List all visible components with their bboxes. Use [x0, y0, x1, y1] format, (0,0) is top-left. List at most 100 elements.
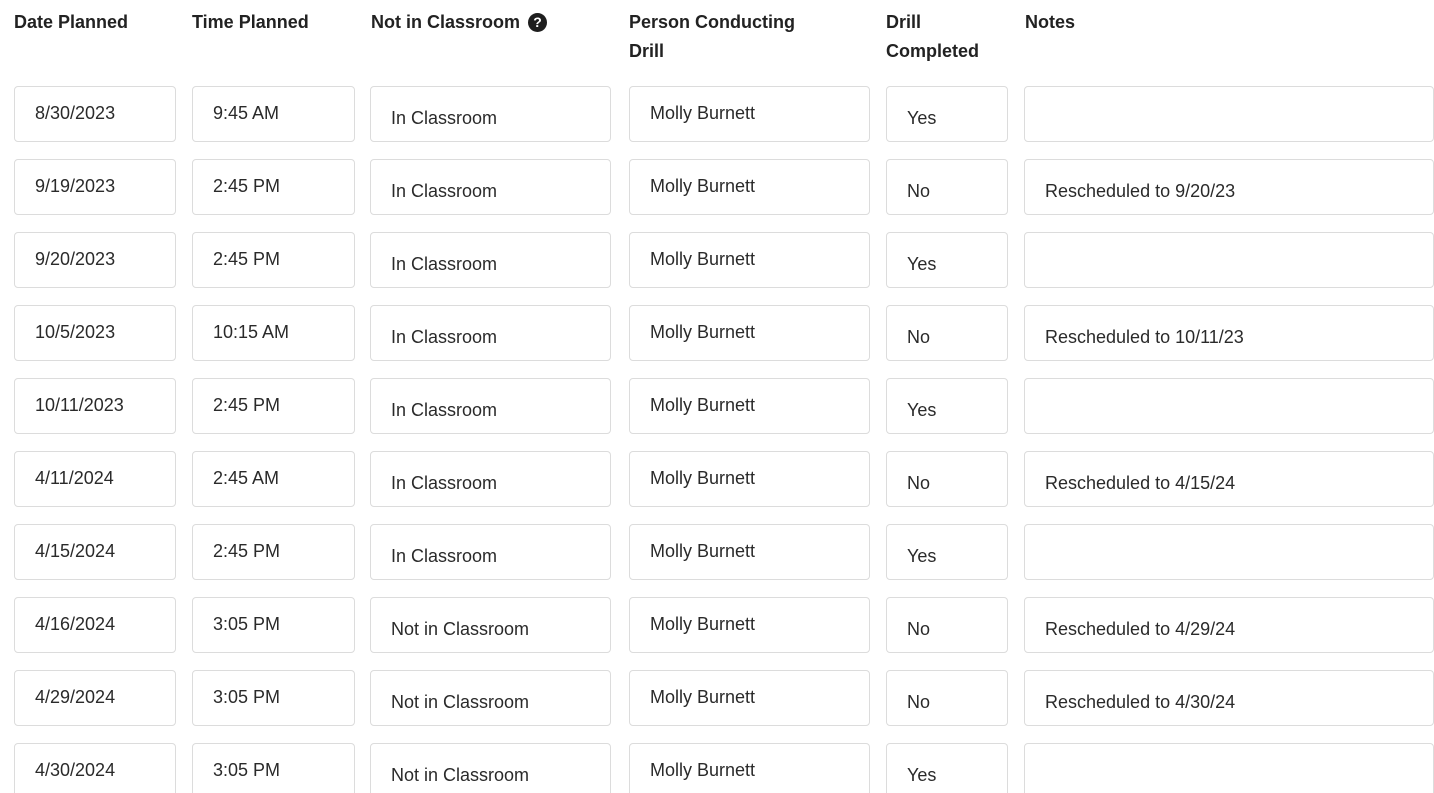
header-date-planned: Date Planned	[14, 12, 129, 32]
location-select[interactable]: Not in Classroom	[370, 743, 611, 793]
header-person-conducting: Person Conducting Drill	[629, 8, 795, 66]
header-not-in-classroom-label: Not in Classroom	[371, 12, 521, 32]
notes-field[interactable]	[1024, 378, 1434, 434]
person-conducting-field[interactable]: Molly Burnett	[629, 597, 870, 653]
date-planned-field[interactable]: 9/20/2023	[14, 232, 176, 288]
time-planned-field[interactable]: 2:45 PM	[192, 378, 355, 434]
header-person-line2: Drill	[629, 41, 665, 61]
notes-field[interactable]	[1024, 232, 1434, 288]
drill-completed-select[interactable]: Yes	[886, 743, 1008, 793]
location-select[interactable]: In Classroom	[370, 305, 611, 361]
person-conducting-field[interactable]: Molly Burnett	[629, 524, 870, 580]
person-conducting-field[interactable]: Molly Burnett	[629, 451, 870, 507]
person-conducting-value: Molly Burnett	[650, 614, 756, 634]
location-value: Not in Classroom	[391, 619, 530, 639]
drill-completed-value: No	[907, 473, 931, 493]
date-planned-field[interactable]: 9/19/2023	[14, 159, 176, 215]
location-select[interactable]: In Classroom	[370, 524, 611, 580]
notes-field[interactable]: Rescheduled to 9/20/23	[1024, 159, 1434, 215]
date-planned-field[interactable]: 4/11/2024	[14, 451, 176, 507]
drill-completed-select[interactable]: No	[886, 670, 1008, 726]
notes-field[interactable]: Rescheduled to 4/30/24	[1024, 670, 1434, 726]
drill-completed-value: No	[907, 327, 931, 347]
time-planned-value: 2:45 PM	[213, 541, 281, 561]
person-conducting-field[interactable]: Molly Burnett	[629, 670, 870, 726]
time-planned-field[interactable]: 2:45 PM	[192, 524, 355, 580]
person-conducting-field[interactable]: Molly Burnett	[629, 305, 870, 361]
drill-completed-select[interactable]: Yes	[886, 232, 1008, 288]
location-value: In Classroom	[391, 108, 498, 128]
location-select[interactable]: Not in Classroom	[370, 597, 611, 653]
notes-field[interactable]	[1024, 86, 1434, 142]
drill-completed-select[interactable]: Yes	[886, 524, 1008, 580]
notes-field[interactable]: Rescheduled to 4/29/24	[1024, 597, 1434, 653]
drill-completed-select[interactable]: Yes	[886, 378, 1008, 434]
time-planned-value: 9:45 AM	[213, 103, 280, 123]
notes-field[interactable]: Rescheduled to 10/11/23	[1024, 305, 1434, 361]
drill-completed-value: Yes	[907, 546, 937, 566]
person-conducting-field[interactable]: Molly Burnett	[629, 159, 870, 215]
person-conducting-value: Molly Burnett	[650, 468, 756, 488]
drill-completed-select[interactable]: No	[886, 159, 1008, 215]
person-conducting-field[interactable]: Molly Burnett	[629, 232, 870, 288]
time-planned-field[interactable]: 2:45 PM	[192, 159, 355, 215]
time-planned-value: 10:15 AM	[213, 322, 290, 342]
drill-completed-select[interactable]: No	[886, 597, 1008, 653]
notes-value: Rescheduled to 9/20/23	[1045, 181, 1236, 201]
header-not-in-classroom: Not in Classroom ?	[371, 8, 548, 37]
location-value: In Classroom	[391, 473, 498, 493]
person-conducting-field[interactable]: Molly Burnett	[629, 378, 870, 434]
time-planned-value: 2:45 PM	[213, 249, 281, 269]
time-planned-field[interactable]: 3:05 PM	[192, 743, 355, 793]
time-planned-field[interactable]: 10:15 AM	[192, 305, 355, 361]
time-planned-field[interactable]: 2:45 AM	[192, 451, 355, 507]
time-planned-field[interactable]: 9:45 AM	[192, 86, 355, 142]
person-conducting-value: Molly Burnett	[650, 176, 756, 196]
date-planned-field[interactable]: 8/30/2023	[14, 86, 176, 142]
person-conducting-field[interactable]: Molly Burnett	[629, 743, 870, 793]
date-planned-value: 8/30/2023	[35, 103, 116, 123]
person-conducting-value: Molly Burnett	[650, 103, 756, 123]
question-circle-icon[interactable]: ?	[528, 13, 548, 32]
drill-completed-select[interactable]: No	[886, 451, 1008, 507]
header-time-planned: Time Planned	[192, 12, 309, 32]
person-conducting-field[interactable]: Molly Burnett	[629, 86, 870, 142]
location-select[interactable]: In Classroom	[370, 378, 611, 434]
notes-field[interactable]	[1024, 743, 1434, 793]
drill-completed-value: Yes	[907, 108, 937, 128]
location-select[interactable]: Not in Classroom	[370, 670, 611, 726]
drill-completed-value: No	[907, 181, 931, 201]
time-planned-field[interactable]: 3:05 PM	[192, 670, 355, 726]
date-planned-field[interactable]: 4/29/2024	[14, 670, 176, 726]
location-value: In Classroom	[391, 546, 498, 566]
time-planned-field[interactable]: 3:05 PM	[192, 597, 355, 653]
time-planned-field[interactable]: 2:45 PM	[192, 232, 355, 288]
notes-value: Rescheduled to 4/30/24	[1045, 692, 1236, 712]
time-planned-value: 2:45 AM	[213, 468, 280, 488]
location-select[interactable]: In Classroom	[370, 159, 611, 215]
location-select[interactable]: In Classroom	[370, 86, 611, 142]
person-conducting-value: Molly Burnett	[650, 395, 756, 415]
time-planned-value: 3:05 PM	[213, 760, 281, 780]
drill-completed-select[interactable]: No	[886, 305, 1008, 361]
time-planned-value: 2:45 PM	[213, 395, 281, 415]
date-planned-field[interactable]: 10/5/2023	[14, 305, 176, 361]
drill-completed-value: No	[907, 692, 931, 712]
notes-field[interactable]	[1024, 524, 1434, 580]
location-select[interactable]: In Classroom	[370, 232, 611, 288]
drill-completed-value: Yes	[907, 765, 937, 785]
date-planned-field[interactable]: 10/11/2023	[14, 378, 176, 434]
table-row: 8/30/2023 9:45 AM In Classroom Molly Bur…	[0, 86, 1434, 142]
table-row: 4/29/2024 3:05 PM Not in Classroom Molly…	[0, 670, 1434, 726]
location-value: In Classroom	[391, 181, 498, 201]
drill-completed-select[interactable]: Yes	[886, 86, 1008, 142]
header-drill-completed: Drill Completed	[886, 8, 979, 66]
notes-field[interactable]: Rescheduled to 4/15/24	[1024, 451, 1434, 507]
date-planned-field[interactable]: 4/30/2024	[14, 743, 176, 793]
person-conducting-value: Molly Burnett	[650, 249, 756, 269]
time-planned-value: 3:05 PM	[213, 687, 281, 707]
header-person-line1: Person Conducting	[629, 12, 795, 32]
location-select[interactable]: In Classroom	[370, 451, 611, 507]
date-planned-field[interactable]: 4/16/2024	[14, 597, 176, 653]
date-planned-field[interactable]: 4/15/2024	[14, 524, 176, 580]
